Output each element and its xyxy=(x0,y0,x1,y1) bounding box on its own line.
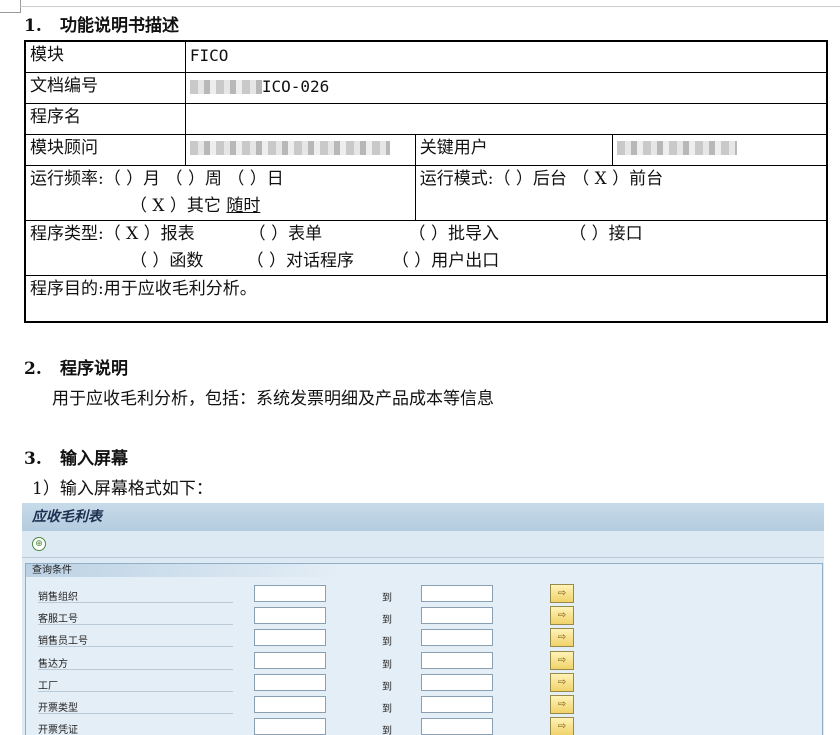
header-rule xyxy=(20,6,840,7)
frequency-other: 随时 xyxy=(226,195,261,216)
multiple-selection-button[interactable]: ⇨ xyxy=(550,584,574,603)
section-2-heading: 2. 程序说明 xyxy=(24,359,128,379)
sap-toolbar: ⊕ xyxy=(22,531,824,558)
input-intro: 1）输入屏幕格式如下： xyxy=(32,479,213,499)
to-input[interactable] xyxy=(421,585,493,602)
selection-label: 工厂 xyxy=(38,677,233,692)
redacted-block xyxy=(189,80,262,94)
from-input[interactable] xyxy=(254,629,326,647)
execute-icon[interactable]: ⊕ xyxy=(32,537,46,551)
selection-row: 开票凭证 到 ⇨ xyxy=(26,717,822,735)
multiple-selection-button[interactable]: ⇨ xyxy=(550,606,574,626)
page-corner-mark xyxy=(0,0,21,13)
row-purpose: 程序目的:用于应收毛利分析。 xyxy=(24,274,828,323)
from-input[interactable] xyxy=(254,718,326,735)
redacted-block xyxy=(616,141,737,155)
selection-label: 销售组织 xyxy=(38,588,233,603)
selection-label: 售达方 xyxy=(38,655,233,670)
selection-row: 销售员工号 到 ⇨ xyxy=(26,628,822,650)
program-value xyxy=(184,102,828,135)
multiple-selection-button[interactable]: ⇨ xyxy=(550,650,574,670)
from-input[interactable] xyxy=(254,696,326,713)
group-title: 查询条件 xyxy=(26,564,822,577)
program-description: 用于应收毛利分析，包括：系统发票明细及产品成本等信息 xyxy=(52,389,494,409)
type-cell: 程序类型:（ X ）报表 （ ）表单 （ ）批导入 （ ）接口 （ ）函数 （ … xyxy=(24,219,828,276)
to-input[interactable] xyxy=(421,673,493,691)
redacted-block xyxy=(189,141,390,155)
row-module: 模块 FICO xyxy=(24,40,828,73)
to-label: 到 xyxy=(382,726,392,735)
doc-value: ICO-026 xyxy=(261,76,330,96)
selection-label: 客服工号 xyxy=(38,610,233,626)
frequency-line-2: （ X ）其它 随时 xyxy=(130,195,261,216)
selection-label: 销售员工号 xyxy=(38,632,233,648)
multiple-selection-button[interactable]: ⇨ xyxy=(550,695,574,714)
sap-selection-screen: 应收毛利表 ⊕ 查询条件 销售组织到 ⇨ 客服工号到 ⇨ 销售员工号到 ⇨ 售达方到 ⇨ 工厂到… xyxy=(22,503,824,735)
to-input[interactable] xyxy=(421,651,493,669)
multiple-selection-button[interactable]: ⇨ xyxy=(550,672,574,692)
type-line-2: （ ）函数 （ ）对话程序 （ ）用户出口 xyxy=(130,250,500,271)
to-label: 到 xyxy=(382,593,392,604)
selection-row: 售达方 到 ⇨ xyxy=(26,650,822,673)
to-label: 到 xyxy=(382,681,392,693)
from-input[interactable] xyxy=(254,651,326,669)
key-user-value xyxy=(611,133,828,166)
to-input[interactable] xyxy=(421,718,493,735)
consultant-label: 模块顾问 xyxy=(24,133,186,166)
multiple-selection-button[interactable]: ⇨ xyxy=(550,628,574,648)
selection-row: 销售组织 到 ⇨ xyxy=(26,584,822,606)
sap-title: 应收毛利表 xyxy=(22,503,824,531)
spec-table: 模块 FICO 文档编号 ICO-026 程序名 模块顾问 关键用户 运行频率:… xyxy=(24,40,828,323)
section-1-heading: 1. 功能说明书描述 xyxy=(24,16,179,36)
selection-row: 开票类型 到 ⇨ xyxy=(26,695,822,717)
from-input[interactable] xyxy=(254,585,326,602)
to-label: 到 xyxy=(382,637,392,649)
module-value: FICO xyxy=(184,40,828,73)
to-input[interactable] xyxy=(421,629,493,647)
query-conditions-group: 查询条件 销售组织到 ⇨ 客服工号到 ⇨ 销售员工号到 ⇨ 售达方到 ⇨ 工厂到 ⇨ 开票类型到 ⇨ 开… xyxy=(25,563,823,735)
purpose-cell: 程序目的:用于应收毛利分析。 xyxy=(24,274,828,323)
row-doc: 文档编号 ICO-026 xyxy=(24,71,828,104)
to-input[interactable] xyxy=(421,696,493,713)
doc-label: 文档编号 xyxy=(24,71,186,104)
row-frequency: 运行频率:（ ）月 （ ）周 （ ）日 （ X ）其它 随时 运行模式:（ ）后… xyxy=(24,164,828,221)
selection-row: 工厂 到 ⇨ xyxy=(26,672,822,695)
from-input[interactable] xyxy=(254,607,326,625)
from-input[interactable] xyxy=(254,673,326,691)
row-type: 程序类型:（ X ）报表 （ ）表单 （ ）批导入 （ ）接口 （ ）函数 （ … xyxy=(24,219,828,276)
consultant-value xyxy=(184,133,416,166)
selection-label: 开票凭证 xyxy=(38,721,233,735)
module-label: 模块 xyxy=(24,40,186,73)
frequency-cell: 运行频率:（ ）月 （ ）周 （ ）日 （ X ）其它 随时 xyxy=(24,164,416,221)
row-program: 程序名 xyxy=(24,102,828,135)
row-consultant: 模块顾问 关键用户 xyxy=(24,133,828,166)
selection-label: 开票类型 xyxy=(38,699,233,714)
to-label: 到 xyxy=(382,704,392,715)
mode-cell: 运行模式:（ ）后台 （ X ）前台 xyxy=(414,164,828,221)
to-input[interactable] xyxy=(421,607,493,625)
section-3-heading: 3. 输入屏幕 xyxy=(24,449,128,469)
selection-row: 客服工号 到 ⇨ xyxy=(26,606,822,628)
program-label: 程序名 xyxy=(24,102,186,135)
to-label: 到 xyxy=(382,659,392,671)
doc-value-cell: ICO-026 xyxy=(184,71,828,104)
multiple-selection-button[interactable]: ⇨ xyxy=(550,717,574,735)
to-label: 到 xyxy=(382,615,392,627)
key-user-label: 关键用户 xyxy=(414,133,613,166)
frequency-line-1: 运行频率:（ ）月 （ ）周 （ ）日 xyxy=(30,168,284,189)
type-line-1: 程序类型:（ X ）报表 （ ）表单 （ ）批导入 （ ）接口 xyxy=(30,223,643,244)
